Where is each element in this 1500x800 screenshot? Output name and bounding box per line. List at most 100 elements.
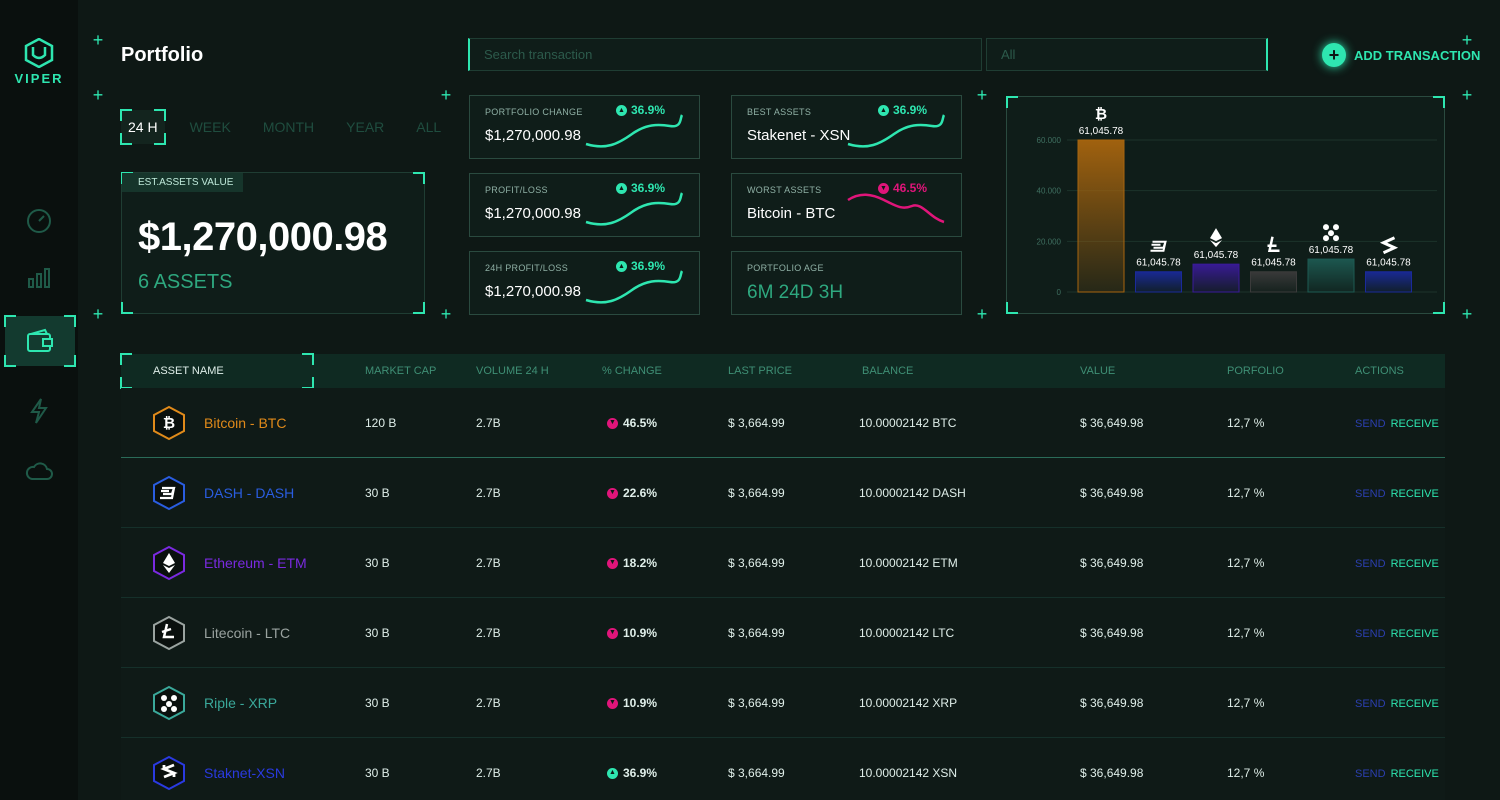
- bar-value-label: 61,045.78: [1309, 245, 1354, 256]
- svg-text:₿: ₿: [163, 414, 175, 432]
- stakenet-icon: [1379, 236, 1399, 255]
- bitcoin-icon: ₿: [153, 405, 185, 441]
- sidebar-item-wallet[interactable]: [4, 315, 76, 367]
- asset-name[interactable]: Litecoin - LTC: [204, 598, 290, 668]
- col-value[interactable]: VALUE: [1080, 354, 1115, 388]
- sidebar-item-dashboard[interactable]: [0, 196, 78, 246]
- send-button[interactable]: SEND: [1355, 698, 1386, 710]
- change-value: ▼ 10.9%: [607, 598, 657, 668]
- asset-name[interactable]: Bitcoin - BTC: [204, 388, 286, 458]
- table-row[interactable]: Ethereum - ETM 30 B 2.7B ▼ 18.2% $ 3,664…: [121, 528, 1445, 598]
- tab-year[interactable]: YEAR: [339, 110, 391, 144]
- asset-name[interactable]: DASH - DASH: [204, 458, 294, 528]
- receive-button[interactable]: RECEIVE: [1391, 768, 1439, 780]
- plus-circle-icon: +: [1322, 43, 1346, 67]
- table-row[interactable]: Litecoin - LTC 30 B 2.7B ▼ 10.9% $ 3,664…: [121, 598, 1445, 668]
- bar-value-label: 61,045.78: [1136, 258, 1181, 269]
- portfolio-age-card: PORTFOLIO AGE 6M 24D 3H: [731, 251, 962, 315]
- assets-count: 6 ASSETS: [138, 271, 233, 293]
- bar-eth[interactable]: [1192, 263, 1240, 293]
- sparkline: [585, 114, 684, 148]
- value: $ 36,649.98: [1080, 416, 1144, 430]
- bar-xrp[interactable]: [1307, 258, 1355, 293]
- market-cap: 30 B: [365, 486, 390, 500]
- sidebar-item-cloud[interactable]: [0, 446, 78, 496]
- card-label: BEST ASSETS: [747, 107, 812, 117]
- tab-24h[interactable]: 24 H: [120, 109, 166, 145]
- receive-button[interactable]: RECEIVE: [1391, 628, 1439, 640]
- table-row[interactable]: DASH - DASH 30 B 2.7B ▼ 22.6% $ 3,664.99…: [121, 458, 1445, 528]
- bar-chart-svg: 0 20.000 40.000 60.000 61,045.78 ₿ 61,045.78 61…: [1037, 105, 1437, 297]
- bar-btc[interactable]: [1077, 139, 1125, 293]
- sparkline: [847, 114, 946, 148]
- col-balance[interactable]: BALANCE: [862, 354, 913, 388]
- search-input[interactable]: [484, 47, 967, 62]
- receive-button[interactable]: RECEIVE: [1391, 418, 1439, 430]
- app-logo[interactable]: VIPER: [10, 38, 68, 86]
- col-asset-name[interactable]: ASSET NAME: [153, 354, 224, 388]
- balance: 10.00002142 BTC: [859, 416, 957, 430]
- add-transaction-button[interactable]: + ADD TRANSACTION: [1322, 43, 1480, 67]
- row-actions: SEND RECEIVE: [1355, 388, 1439, 459]
- volume: 2.7B: [476, 766, 501, 780]
- triangle-down-icon: ▼: [607, 417, 618, 429]
- receive-button[interactable]: RECEIVE: [1391, 698, 1439, 710]
- asset-name[interactable]: Staknet-XSN: [204, 738, 285, 800]
- send-button[interactable]: SEND: [1355, 768, 1386, 780]
- tab-month[interactable]: MONTH: [256, 110, 321, 144]
- receive-button[interactable]: RECEIVE: [1391, 558, 1439, 570]
- receive-button[interactable]: RECEIVE: [1391, 488, 1439, 500]
- col-volume[interactable]: VOLUME 24 H: [476, 354, 549, 388]
- plus-mark-icon: +: [440, 304, 452, 324]
- plus-mark-icon: +: [1461, 85, 1473, 105]
- col-actions: ACTIONS: [1355, 365, 1404, 377]
- col-last-price[interactable]: LAST PRICE: [728, 354, 792, 388]
- value: $ 36,649.98: [1080, 766, 1144, 780]
- speedometer-icon: [27, 209, 51, 233]
- plus-mark-icon: +: [1461, 304, 1473, 324]
- send-button[interactable]: SEND: [1355, 418, 1386, 430]
- bar-value-label: 61,045.78: [1366, 258, 1411, 269]
- svg-text:₿: ₿: [1095, 105, 1107, 123]
- table-row[interactable]: ₿ Bitcoin - BTC 120 B 2.7B ▼ 46.5% $ 3,6…: [121, 388, 1445, 458]
- row-actions: SEND RECEIVE: [1355, 738, 1439, 800]
- bar-xsn[interactable]: [1365, 271, 1412, 293]
- table-row[interactable]: Riple - XRP 30 B 2.7B ▼ 10.9% $ 3,664.99…: [121, 668, 1445, 738]
- change-value: ▼ 22.6%: [607, 458, 657, 528]
- bar-ltc[interactable]: [1250, 271, 1297, 293]
- bar-dash[interactable]: [1135, 271, 1182, 293]
- balance: 10.00002142 DASH: [859, 486, 966, 500]
- change-value: ▼ 46.5%: [607, 388, 657, 458]
- send-button[interactable]: SEND: [1355, 488, 1386, 500]
- y-tick-label: 60.000: [1037, 136, 1062, 145]
- row-actions: SEND RECEIVE: [1355, 668, 1439, 739]
- col-market-cap[interactable]: MARKET CAP: [365, 354, 436, 388]
- filter-select-value: All: [1001, 47, 1016, 62]
- filter-select[interactable]: All: [986, 38, 1268, 71]
- tab-all[interactable]: ALL: [409, 110, 448, 144]
- asset-name[interactable]: Ethereum - ETM: [204, 528, 307, 598]
- sidebar-item-charts[interactable]: [0, 251, 78, 301]
- card-label: 24H PROFIT/LOSS: [485, 263, 569, 273]
- send-button[interactable]: SEND: [1355, 628, 1386, 640]
- sidebar-item-activity[interactable]: [0, 386, 78, 436]
- bar-chart-icon: [28, 268, 50, 288]
- send-button[interactable]: SEND: [1355, 558, 1386, 570]
- tab-week[interactable]: WEEK: [183, 110, 238, 144]
- volume: 2.7B: [476, 556, 501, 570]
- table-row[interactable]: Staknet-XSN 30 B 2.7B ▲ 36.9% $ 3,664.99…: [121, 738, 1445, 800]
- asset-name[interactable]: Riple - XRP: [204, 668, 277, 738]
- bar-value-label: 61,045.78: [1251, 258, 1296, 269]
- col-change[interactable]: % CHANGE: [602, 354, 662, 388]
- worst-assets-card: WORST ASSETS Bitcoin - BTC ▼ 46.5%: [731, 173, 962, 237]
- card-value: Stakenet - XSN: [747, 127, 851, 144]
- col-portfolio[interactable]: PORFOLIO: [1227, 354, 1284, 388]
- sidebar: VIPER: [0, 0, 78, 800]
- balance: 10.00002142 ETM: [859, 556, 958, 570]
- portfolio-share: 12,7 %: [1227, 556, 1265, 570]
- last-price: $ 3,664.99: [728, 416, 785, 430]
- search-box: [468, 38, 982, 71]
- bar-value-label: 61,045.78: [1079, 126, 1124, 137]
- card-label: PORTFOLIO CHANGE: [485, 107, 583, 117]
- bitcoin-icon: ₿: [1095, 105, 1107, 123]
